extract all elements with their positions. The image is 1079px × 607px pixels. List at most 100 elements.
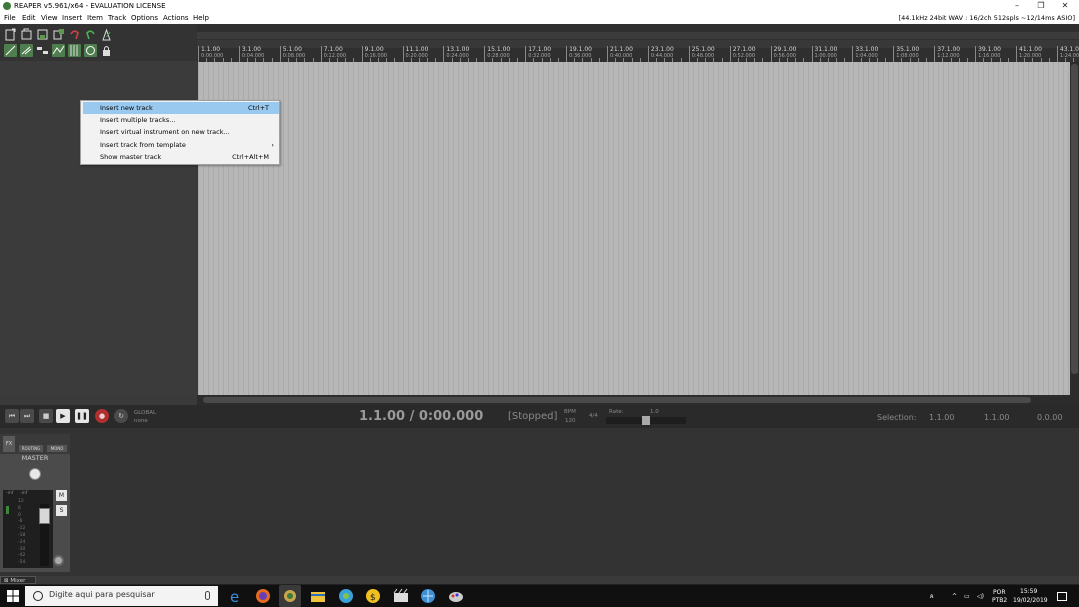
record-icon[interactable]: ● bbox=[95, 409, 109, 423]
language-primary[interactable]: POR bbox=[993, 589, 1006, 596]
ruler-marker[interactable]: 25.1.00 0:48.000 bbox=[688, 46, 729, 62]
ruler-marker[interactable]: 33.1.00 1:04.000 bbox=[852, 46, 892, 62]
repeat-toggle-icon[interactable]: ↻ bbox=[114, 409, 128, 423]
menu-insert-track-from-template[interactable]: Insert track from template › bbox=[83, 139, 279, 151]
ruler-marker[interactable]: 7.1.00 0:12.000 bbox=[320, 46, 361, 62]
project-settings-icon[interactable] bbox=[52, 28, 65, 41]
edge-browser-icon[interactable]: e bbox=[228, 588, 244, 606]
menu-edit[interactable]: Edit bbox=[22, 13, 36, 23]
ruler-marker[interactable]: 17.1.00 0:32.000 bbox=[525, 46, 565, 62]
fx-button[interactable]: FX bbox=[3, 436, 15, 452]
audio-device-status[interactable]: [44.1kHz 24bit WAV : 16/2ch 512spls ~12/… bbox=[899, 13, 1075, 23]
new-project-icon[interactable] bbox=[4, 28, 17, 41]
ruler-marker[interactable]: 31.1.00 1:00.000 bbox=[811, 46, 852, 62]
open-project-icon[interactable] bbox=[20, 28, 33, 41]
ruler-marker[interactable]: 35.1.00 1:08.000 bbox=[893, 46, 933, 62]
rate-slider-knob[interactable] bbox=[642, 416, 650, 425]
menu-insert-multiple-tracks[interactable]: Insert multiple tracks... bbox=[83, 114, 279, 126]
arrange-view[interactable] bbox=[198, 62, 1070, 395]
pan-knob[interactable] bbox=[29, 468, 41, 480]
input-monitor-icon[interactable] bbox=[53, 555, 64, 566]
ruler-marker[interactable]: 1.1.00 0:00.000 bbox=[198, 46, 238, 62]
ruler-marker[interactable]: 5.1.00 0:08.000 bbox=[279, 46, 320, 62]
time-display[interactable]: 1.1.00 / 0:00.000 bbox=[359, 409, 483, 424]
envelope-points-icon[interactable] bbox=[52, 44, 65, 57]
menu-actions[interactable]: Actions bbox=[163, 13, 189, 23]
redo-icon[interactable] bbox=[84, 28, 97, 41]
browser-globe-icon[interactable] bbox=[420, 588, 436, 604]
app-badge-icon[interactable]: $ bbox=[365, 588, 381, 604]
metronome-icon[interactable] bbox=[100, 28, 113, 41]
ripple-edit-icon[interactable] bbox=[20, 44, 33, 57]
rate-slider[interactable] bbox=[606, 416, 686, 425]
go-to-end-icon[interactable]: ⏭ bbox=[20, 409, 34, 423]
file-explorer-icon[interactable] bbox=[310, 588, 326, 604]
loop-icon[interactable] bbox=[84, 44, 97, 57]
undo-icon[interactable] bbox=[68, 28, 81, 41]
timeline-ruler[interactable]: 1.1.00 0:00.000 3.1.00 0:04.000 5.1.00 0:08.0… bbox=[197, 24, 1079, 62]
stop-icon[interactable]: ■ bbox=[39, 409, 53, 423]
volume-icon[interactable]: ◁) bbox=[977, 593, 984, 600]
maps-app-icon[interactable] bbox=[338, 588, 354, 604]
menu-item[interactable]: Item bbox=[87, 13, 103, 23]
menu-show-master-track[interactable]: Show master track Ctrl+Alt+M bbox=[83, 151, 279, 163]
vertical-scroll-thumb[interactable] bbox=[1071, 64, 1078, 374]
video-editor-icon[interactable] bbox=[393, 588, 409, 604]
vertical-scrollbar[interactable] bbox=[1070, 62, 1079, 395]
selection-start[interactable]: 1.1.00 bbox=[929, 413, 954, 422]
network-icon[interactable]: ▭ bbox=[964, 593, 970, 600]
ruler-marker[interactable]: 11.1.00 0:20.000 bbox=[402, 46, 443, 62]
mixer-tab[interactable]: ⊠ Mixer bbox=[0, 576, 36, 584]
ruler-marker[interactable]: 23.1.00 0:44.000 bbox=[647, 46, 688, 62]
solo-button[interactable]: S bbox=[56, 505, 67, 516]
pause-icon[interactable]: ❚❚ bbox=[75, 409, 89, 423]
save-project-icon[interactable] bbox=[36, 28, 49, 41]
menu-insert-virtual-instrument[interactable]: Insert virtual instrument on new track..… bbox=[83, 126, 279, 138]
auto-crossfade-icon[interactable] bbox=[36, 44, 49, 57]
grid-snap-icon[interactable] bbox=[4, 44, 17, 57]
maximize-button[interactable]: ❐ bbox=[1029, 0, 1053, 12]
bpm-value[interactable]: 120 bbox=[565, 418, 576, 424]
global-automation-label[interactable]: GLOBAL bbox=[134, 410, 156, 416]
reaper-taskbar-icon[interactable] bbox=[279, 585, 301, 607]
clock-date[interactable]: 19/02/2019 bbox=[1013, 597, 1048, 604]
microphone-icon[interactable] bbox=[205, 591, 210, 600]
ruler-marker[interactable]: 13.1.00 0:24.000 bbox=[443, 46, 483, 62]
mute-button[interactable]: M bbox=[56, 490, 67, 501]
play-icon[interactable]: ▶ bbox=[56, 409, 70, 423]
horizontal-scroll-thumb[interactable] bbox=[203, 397, 1031, 403]
tray-expand-icon[interactable]: ^ bbox=[952, 593, 957, 600]
go-to-start-icon[interactable]: ⏮ bbox=[5, 409, 19, 423]
menu-view[interactable]: View bbox=[41, 13, 58, 23]
ruler-marker[interactable]: 3.1.00 0:04.000 bbox=[238, 46, 279, 62]
language-secondary[interactable]: PTB2 bbox=[992, 597, 1007, 604]
ruler-marker[interactable]: 43.1.001:24.000 bbox=[1056, 46, 1079, 62]
people-icon[interactable]: ጸ bbox=[930, 593, 934, 600]
clock-time[interactable]: 15:59 bbox=[1020, 588, 1037, 595]
selection-length[interactable]: 0.0.00 bbox=[1037, 413, 1062, 422]
taskbar-search-box[interactable]: Digite aqui para pesquisar bbox=[25, 586, 218, 606]
grid-lines-icon[interactable] bbox=[68, 44, 81, 57]
action-center-icon[interactable] bbox=[1057, 592, 1067, 601]
menu-insert[interactable]: Insert bbox=[62, 13, 82, 23]
ruler-marker[interactable]: 41.1.00 1:20.000 bbox=[1016, 46, 1056, 62]
minimize-button[interactable]: – bbox=[1005, 0, 1029, 12]
menu-help[interactable]: Help bbox=[193, 13, 209, 23]
automation-mode-label[interactable]: none bbox=[134, 418, 148, 424]
volume-fader-handle[interactable] bbox=[39, 508, 50, 524]
firefox-icon[interactable] bbox=[255, 588, 271, 604]
ruler-marker[interactable]: 19.1.00 0:36.000 bbox=[566, 46, 606, 62]
selection-end[interactable]: 1.1.00 bbox=[984, 413, 1009, 422]
paint-app-icon[interactable] bbox=[448, 588, 464, 604]
horizontal-scrollbar[interactable] bbox=[197, 395, 1079, 405]
mono-button[interactable]: MONO bbox=[47, 445, 67, 452]
ruler-marker[interactable]: 27.1.00 0:52.000 bbox=[729, 46, 770, 62]
menu-file[interactable]: File bbox=[4, 13, 16, 23]
ruler-marker[interactable]: 9.1.00 0:16.000 bbox=[361, 46, 402, 62]
menu-options[interactable]: Options bbox=[131, 13, 158, 23]
close-button[interactable]: ✕ bbox=[1053, 0, 1077, 12]
ruler-marker[interactable]: 39.1.00 1:16.000 bbox=[975, 46, 1015, 62]
ruler-marker[interactable]: 29.1.00 0:56.000 bbox=[770, 46, 811, 62]
ruler-marker[interactable]: 21.1.00 0:40.000 bbox=[607, 46, 647, 62]
time-signature[interactable]: 4/4 bbox=[589, 413, 598, 419]
